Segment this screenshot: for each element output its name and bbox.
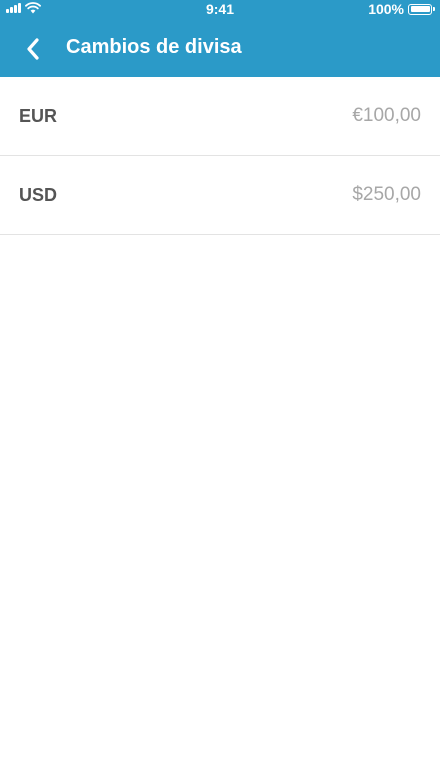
chevron-left-icon [27,37,39,60]
page-title: Cambios de divisa [66,35,242,58]
currency-amount: $250,00 [352,184,421,205]
status-bar: 9:41 100% [0,0,440,20]
currency-list: EUR €100,00 USD $250,00 [0,77,440,235]
currency-row-eur[interactable]: EUR €100,00 [0,77,440,156]
currency-code: USD [19,184,58,205]
battery-icon [408,3,435,15]
currency-amount: €100,00 [352,105,421,126]
nav-bar: Cambios de divisa [0,20,440,77]
currency-row-usd[interactable]: USD $250,00 [0,156,440,235]
back-button[interactable] [8,27,58,71]
currency-code: EUR [19,105,58,126]
status-right: 100% [368,1,435,17]
battery-percentage: 100% [368,1,404,17]
